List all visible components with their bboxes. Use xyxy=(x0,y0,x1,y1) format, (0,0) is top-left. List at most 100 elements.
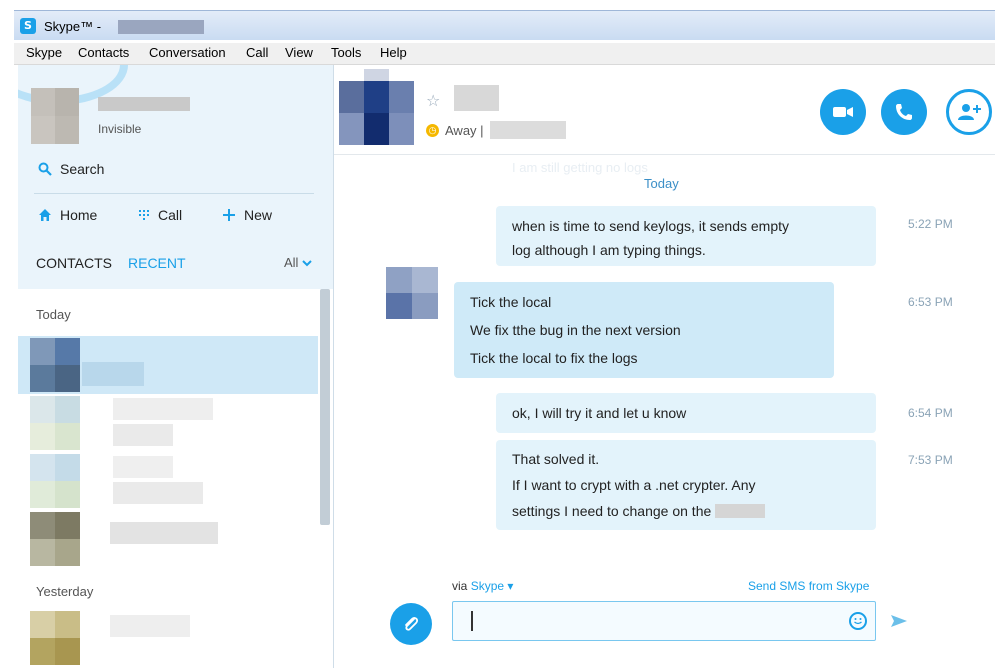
message-line: That solved it. xyxy=(512,451,600,467)
message-bubble[interactable]: That solved it. If I want to crypt with … xyxy=(496,440,876,530)
message-bubble[interactable]: Tick the local We fix tthe bug in the ne… xyxy=(454,282,834,378)
contact-name-redacted xyxy=(454,85,499,111)
nav-home-label: Home xyxy=(60,207,98,223)
ghost-message: I am still getting no logs xyxy=(512,160,648,175)
message-line-text: settings I need to change on the xyxy=(512,503,712,519)
message-timestamp: 5:22 PM xyxy=(908,217,953,231)
dialpad-icon xyxy=(139,210,149,220)
via-link[interactable]: Skype xyxy=(471,579,504,593)
redacted-username xyxy=(118,20,204,34)
list-item[interactable] xyxy=(18,336,318,394)
menu-tools[interactable]: Tools xyxy=(331,45,361,60)
send-sms-link[interactable]: Send SMS from Skype xyxy=(748,579,869,593)
attach-button[interactable] xyxy=(390,603,432,645)
via-selector[interactable]: via Skype ▾ xyxy=(452,579,513,593)
message-line: If I want to crypt with a .net crypter. … xyxy=(512,477,756,493)
menu-contacts[interactable]: Contacts xyxy=(78,45,129,60)
message-bubble[interactable]: ok, I will try it and let u know xyxy=(496,393,876,433)
conversation-header: ☆ ◷ Away | xyxy=(334,65,995,155)
conversation-pane: ☆ ◷ Away | I am still getting no logs To… xyxy=(334,65,995,668)
message-line: when is time to send keylogs, it sends e… xyxy=(512,218,790,234)
message-input[interactable] xyxy=(452,601,876,641)
paperclip-icon xyxy=(405,617,419,631)
avatar xyxy=(30,338,80,392)
title-bar: S Skype™ - xyxy=(14,10,995,40)
message-line: We fix tthe bug in the next version xyxy=(470,322,681,338)
avatar xyxy=(30,396,80,450)
chevron-down-icon xyxy=(302,259,313,266)
call-icon xyxy=(896,104,912,120)
message-line: settings I need to change on the xyxy=(512,498,860,524)
contact-mood-redacted xyxy=(489,121,566,139)
compose-area: via Skype ▾ Send SMS from Skype xyxy=(334,575,995,668)
sidebar: Invisible Search Home Call New CONTACTS … xyxy=(18,65,334,668)
text-caret xyxy=(471,611,473,631)
menu-skype[interactable]: Skype xyxy=(26,45,62,60)
chevron-down-icon: ▾ xyxy=(507,579,514,593)
nav-call[interactable]: Call xyxy=(138,207,182,223)
day-separator: Today xyxy=(644,176,679,191)
plus-icon xyxy=(223,209,235,221)
divider xyxy=(34,193,314,194)
audio-call-button[interactable] xyxy=(881,89,927,135)
profile-name-redacted xyxy=(98,97,190,111)
nav-new-label: New xyxy=(244,207,273,223)
message-timestamp: 7:53 PM xyxy=(908,453,953,467)
menu-conversation[interactable]: Conversation xyxy=(149,45,226,60)
emoticon-icon[interactable] xyxy=(849,612,867,630)
recent-list: Today Yesterday xyxy=(18,289,333,668)
contact-avatar[interactable] xyxy=(339,69,419,145)
menu-bar: Skype Contacts Conversation Call View To… xyxy=(14,43,995,65)
tab-recent[interactable]: RECENT xyxy=(128,255,186,271)
menu-help[interactable]: Help xyxy=(380,45,407,60)
avatar xyxy=(386,267,438,319)
contact-status-label: Away | xyxy=(445,122,484,138)
home-icon xyxy=(39,209,51,221)
video-call-button[interactable] xyxy=(820,89,866,135)
nav-new[interactable]: New xyxy=(222,207,272,223)
skype-logo-icon: S xyxy=(20,18,36,34)
search-icon xyxy=(38,162,52,176)
filter-dropdown[interactable]: All xyxy=(284,255,313,270)
contact-status: ◷ Away | xyxy=(426,121,566,139)
message-timestamp: 6:54 PM xyxy=(908,406,953,420)
add-contact-button[interactable] xyxy=(946,89,992,135)
search-button[interactable]: Search xyxy=(38,161,104,177)
message-bubble[interactable]: when is time to send keylogs, it sends e… xyxy=(496,206,876,266)
send-icon[interactable] xyxy=(890,613,908,629)
search-label: Search xyxy=(60,161,105,177)
list-item[interactable] xyxy=(18,394,318,452)
nav-call-label: Call xyxy=(158,207,183,223)
menu-call[interactable]: Call xyxy=(246,45,268,60)
list-item[interactable] xyxy=(18,609,318,667)
away-clock-icon: ◷ xyxy=(426,123,439,137)
message-timestamp: 6:53 PM xyxy=(908,295,953,309)
section-yesterday: Yesterday xyxy=(36,584,94,599)
message-history: I am still getting no logs Today when is… xyxy=(334,156,995,586)
tab-indicator xyxy=(144,281,160,288)
profile-status[interactable]: Invisible xyxy=(98,122,141,136)
message-line: log although I am typing things. xyxy=(512,242,706,258)
tab-contacts[interactable]: CONTACTS xyxy=(36,255,112,271)
filter-label: All xyxy=(284,255,299,270)
section-today: Today xyxy=(36,307,71,322)
message-line: Tick the local xyxy=(470,294,552,310)
skype-window: S Skype™ - Skype Contacts Conversation C… xyxy=(0,0,995,668)
favorite-star-icon[interactable]: ☆ xyxy=(426,91,440,110)
message-line: Tick the local to fix the logs xyxy=(470,350,638,366)
list-item[interactable] xyxy=(18,510,318,568)
scrollbar[interactable] xyxy=(320,289,330,525)
profile-avatar[interactable] xyxy=(31,88,79,144)
avatar xyxy=(30,512,80,566)
list-item[interactable] xyxy=(18,452,318,510)
video-call-icon xyxy=(833,107,853,117)
menu-view[interactable]: View xyxy=(285,45,313,60)
avatar xyxy=(30,611,80,665)
window-title: Skype™ - xyxy=(44,19,102,34)
avatar xyxy=(30,454,80,508)
nav-home[interactable]: Home xyxy=(38,207,97,223)
via-label: via xyxy=(452,579,468,593)
message-line: ok, I will try it and let u know xyxy=(512,405,687,421)
redacted-text xyxy=(715,504,766,518)
add-contact-icon xyxy=(958,104,981,120)
